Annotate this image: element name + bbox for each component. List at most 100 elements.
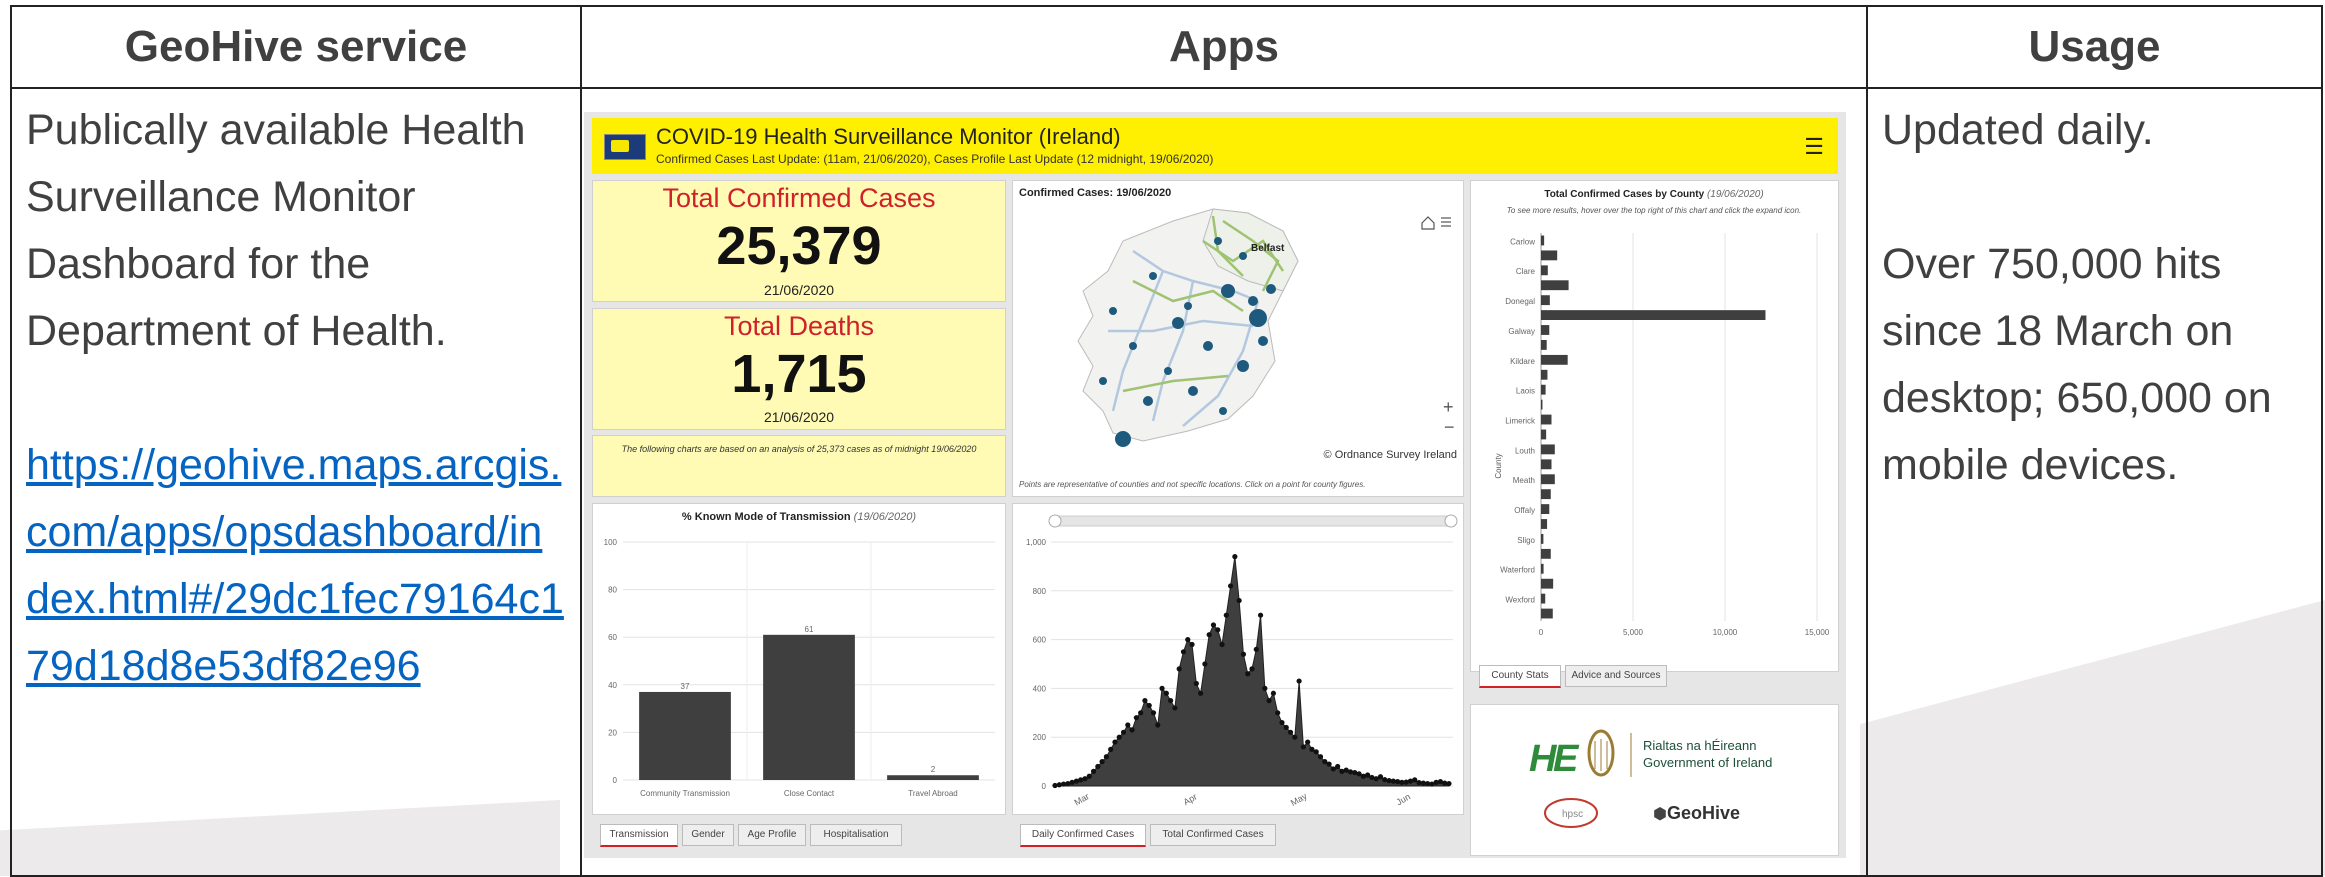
daily-point [1103, 754, 1109, 760]
map-panel[interactable]: Confirmed Cases: 19/06/2020 Belfast + − … [1012, 180, 1464, 497]
county-bar [1541, 489, 1551, 500]
county-bar [1541, 474, 1555, 485]
logo-rialtas: Rialtas na hÉireann [1643, 738, 1756, 753]
daily-point [1227, 583, 1234, 589]
geohive-logo-text: GeoHive [1667, 803, 1740, 823]
county-category-label: Waterford [1500, 566, 1535, 575]
county-chart-panel: Total Confirmed Cases by County (19/06/2… [1470, 180, 1839, 688]
transmission-data-label: 61 [805, 625, 814, 634]
tab-gender[interactable]: Gender [682, 824, 734, 846]
county-bar [1541, 235, 1545, 246]
county-bar [1541, 504, 1550, 515]
daily-point [1163, 690, 1169, 696]
home-icon[interactable] [1421, 216, 1435, 230]
county-category-label: Clare [1516, 267, 1536, 276]
tab-total-confirmed-cases[interactable]: Total Confirmed Cases [1150, 824, 1276, 846]
daily-xtick-label: Apr [1182, 792, 1199, 808]
daily-point [1155, 722, 1161, 728]
transmission-bar [639, 691, 731, 780]
total-cases-panel: Total Confirmed Cases 25,379 21/06/2020 [592, 180, 1006, 302]
eu-flag-logo [604, 134, 646, 160]
county-category-label: Louth [1515, 446, 1535, 455]
svg-text:⬢: ⬢ [1653, 806, 1667, 823]
dashboard-link[interactable]: https://geohive.maps.arcgis.com/apps/ops… [26, 441, 564, 690]
daily-point [1112, 739, 1118, 745]
daily-point [1120, 729, 1127, 735]
range-slider-track[interactable] [1052, 515, 1454, 527]
header-apps: Apps [580, 5, 1868, 89]
daily-point [1403, 779, 1409, 785]
logos-panel: H E Rialtas na hÉireann Government of Ir… [1470, 704, 1839, 856]
tab-transmission[interactable]: Transmission [600, 824, 678, 847]
daily-point [1095, 763, 1101, 770]
daily-point [1210, 622, 1217, 628]
tab-daily-confirmed-cases[interactable]: Daily Confirmed Cases [1020, 824, 1146, 847]
county-bar [1541, 533, 1544, 544]
transmission-data-label: 2 [931, 765, 936, 774]
county-bar [1541, 548, 1551, 559]
daily-point [1176, 666, 1182, 672]
hse-logo: H E [1529, 738, 1580, 780]
zoom-in-icon[interactable]: + [1443, 397, 1454, 417]
hamburger-menu-icon[interactable]: ☰ [1804, 134, 1824, 160]
county-bar [1541, 384, 1546, 395]
zoom-out-icon[interactable]: − [1444, 417, 1455, 437]
daily-point [1382, 777, 1388, 783]
county-bar [1541, 459, 1552, 470]
county-bar [1541, 295, 1550, 306]
daily-point [1275, 710, 1281, 716]
county-bar [1541, 608, 1553, 619]
legend-list-icon[interactable] [1441, 217, 1451, 227]
dashboard-screenshot: COVID-19 Health Surveillance Monitor (Ir… [584, 112, 1846, 858]
tab-age-profile[interactable]: Age Profile [738, 824, 806, 846]
daily-point [1129, 727, 1135, 733]
daily-point [1232, 554, 1238, 560]
county-bar [1541, 578, 1554, 589]
range-slider-start-handle[interactable] [1048, 514, 1062, 528]
dashboard-title: COVID-19 Health Surveillance Monitor (Ir… [656, 124, 1121, 149]
daily-point [1198, 690, 1204, 696]
county-category-label: Limerick [1505, 416, 1536, 425]
dashboard-header: COVID-19 Health Surveillance Monitor (Ir… [592, 118, 1838, 174]
daily-point [1116, 734, 1122, 740]
county-bar [1541, 339, 1547, 350]
harp-logo [1587, 729, 1615, 777]
transmission-bar [887, 775, 979, 780]
daily-point [1159, 685, 1165, 691]
transmission-bars [639, 634, 979, 780]
tab-advice-and-sources[interactable]: Advice and Sources [1565, 665, 1667, 687]
daily-point [1086, 773, 1092, 779]
daily-point [1253, 646, 1259, 652]
daily-point [1172, 705, 1178, 711]
daily-point [1300, 744, 1306, 750]
daily-point [1180, 649, 1187, 655]
county-bar [1541, 444, 1555, 455]
transmission-ytick-label: 20 [608, 728, 617, 737]
tab-county-stats[interactable]: County Stats [1479, 665, 1561, 688]
county-chart-svg: Total Confirmed Cases by County (19/06/2… [1494, 189, 1830, 637]
daily-xtick-label: Mar [1072, 791, 1090, 807]
daily-point [1099, 759, 1105, 765]
daily-point [1335, 763, 1341, 770]
transmission-data-label: 37 [681, 682, 690, 691]
map-credit: © Ordnance Survey Ireland [1324, 449, 1457, 461]
tab-hospitalisation[interactable]: Hospitalisation [810, 824, 902, 846]
county-bar [1541, 429, 1547, 440]
daily-point [1090, 768, 1097, 774]
daily-point [1266, 698, 1272, 704]
county-category-label: Sligo [1517, 536, 1535, 545]
transmission-category-label: Community Transmission [640, 789, 730, 798]
total-deaths-label: Total Deaths [723, 311, 875, 341]
daily-point [1193, 680, 1199, 687]
transmission-category-label: Travel Abroad [908, 789, 958, 798]
range-slider-end-handle[interactable] [1444, 514, 1458, 528]
daily-point [1168, 698, 1174, 704]
daily-point [1270, 690, 1277, 696]
county-category-label: Meath [1513, 476, 1535, 485]
total-deaths-date: 21/06/2020 [763, 409, 835, 425]
dashboard-subtitle: Confirmed Cases Last Update: (11am, 21/0… [656, 152, 1214, 166]
service-description: Publically available Health Surveillance… [26, 106, 526, 355]
map-svg[interactable]: Belfast + − © Ordnance Survey Ireland Po… [1013, 181, 1463, 496]
daily-ytick-label: 400 [1033, 684, 1047, 693]
svg-text:hpsc: hpsc [1562, 809, 1583, 820]
